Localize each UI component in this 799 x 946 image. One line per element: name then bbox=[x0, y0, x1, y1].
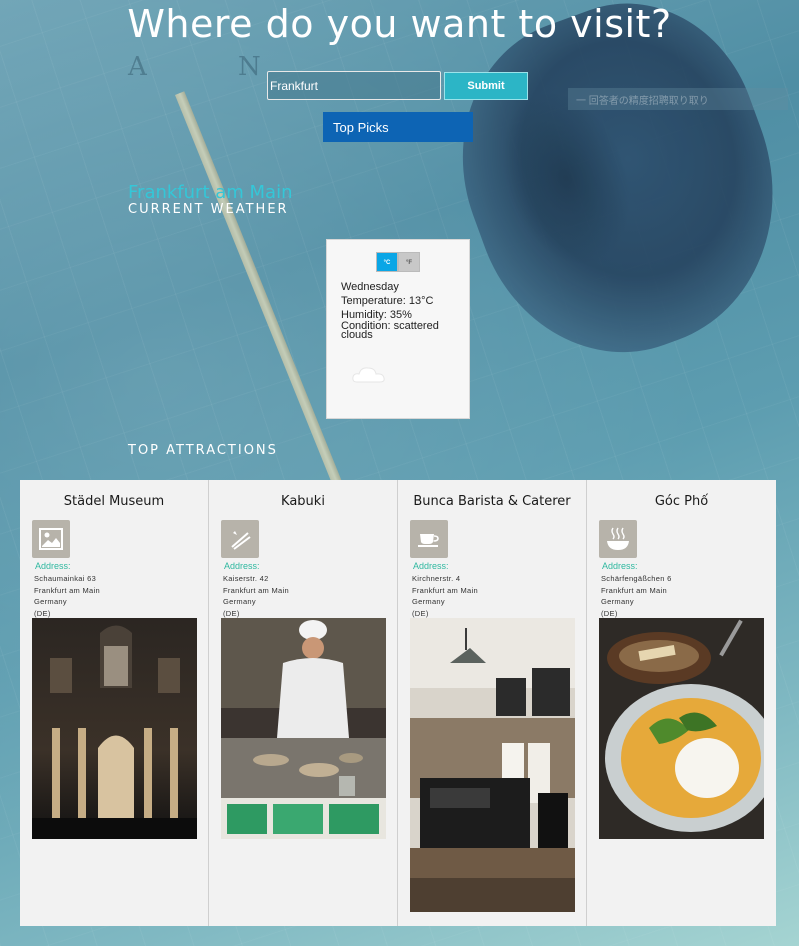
address-street: Kaiserstr. 42 bbox=[223, 574, 269, 583]
attraction-photo bbox=[221, 618, 386, 839]
attractions-list: Städel Museum Address: Schaumainkai 63 F… bbox=[20, 480, 776, 926]
address-label: Address: bbox=[35, 561, 71, 571]
page-title: Where do you want to visit? bbox=[127, 2, 672, 46]
attraction-photo bbox=[410, 618, 575, 912]
address-block: Kirchnerstr. 4 Frankfurt am Main Germany… bbox=[412, 573, 478, 619]
attraction-name[interactable]: Góc Phố bbox=[587, 494, 776, 509]
address-country: Germany bbox=[34, 597, 67, 606]
address-label: Address: bbox=[602, 561, 638, 571]
city-name: Frankfurt am Main bbox=[128, 182, 293, 203]
fahrenheit-button[interactable]: °F bbox=[398, 252, 420, 272]
address-city: Frankfurt am Main bbox=[601, 585, 667, 595]
address-country: Germany bbox=[223, 597, 256, 606]
weather-details: Wednesday Temperature: 13°C Humidity: 35… bbox=[341, 280, 461, 341]
address-country: Germany bbox=[601, 597, 634, 606]
weather-condition: Condition: scattered clouds bbox=[341, 320, 439, 341]
unit-toggle: °C °F bbox=[376, 252, 420, 272]
top-attractions-heading: TOP ATTRACTIONS bbox=[128, 443, 278, 458]
hot-bowl-icon bbox=[599, 520, 637, 558]
address-street: Schärfengäßchen 6 bbox=[601, 574, 672, 583]
cloud-icon bbox=[352, 367, 385, 383]
address-country: Germany bbox=[412, 597, 445, 606]
celsius-button[interactable]: °C bbox=[376, 252, 398, 272]
map-letter: A bbox=[128, 52, 147, 82]
submit-button[interactable]: Submit bbox=[444, 72, 528, 100]
attraction-photo bbox=[599, 618, 764, 839]
weather-temperature: Temperature: 13°C bbox=[341, 295, 434, 307]
attraction-card[interactable]: Góc Phố Address: Schärfengäßchen 6 Frank… bbox=[587, 480, 776, 926]
address-block: Schärfengäßchen 6 Frankfurt am Main Germ… bbox=[601, 573, 672, 619]
map-letter: N bbox=[238, 52, 261, 82]
address-label: Address: bbox=[413, 561, 449, 571]
attraction-name[interactable]: Bunca Barista & Caterer bbox=[398, 494, 586, 509]
destination-search-input[interactable] bbox=[267, 71, 441, 100]
attraction-name[interactable]: Städel Museum bbox=[20, 494, 208, 509]
attraction-card[interactable]: Bunca Barista & Caterer Address: Kirchne… bbox=[398, 480, 587, 926]
attraction-card[interactable]: Kabuki Address: Kaiserstr. 42 Frankfurt … bbox=[209, 480, 398, 926]
background-overlay-text: 一 回答者の精度招聘取り取り bbox=[568, 88, 788, 110]
address-street: Schaumainkai 63 bbox=[34, 574, 97, 583]
current-weather-heading: CURRENT WEATHER bbox=[128, 202, 289, 217]
attraction-name[interactable]: Kabuki bbox=[209, 494, 397, 509]
top-picks-button[interactable]: Top Picks bbox=[323, 112, 473, 142]
attraction-photo bbox=[32, 618, 197, 839]
chopsticks-icon bbox=[221, 520, 259, 558]
address-block: Schaumainkai 63 Frankfurt am Main German… bbox=[34, 573, 100, 619]
attraction-card[interactable]: Städel Museum Address: Schaumainkai 63 F… bbox=[20, 480, 209, 926]
weather-card: °C °F Wednesday Temperature: 13°C Humidi… bbox=[326, 239, 470, 419]
address-city: Frankfurt am Main bbox=[34, 585, 100, 595]
address-block: Kaiserstr. 42 Frankfurt am Main Germany … bbox=[223, 573, 289, 619]
address-city: Frankfurt am Main bbox=[412, 585, 478, 595]
weather-day: Wednesday bbox=[341, 281, 399, 293]
address-label: Address: bbox=[224, 561, 260, 571]
address-street: Kirchnerstr. 4 bbox=[412, 574, 461, 583]
coffee-cup-icon bbox=[410, 520, 448, 558]
address-city: Frankfurt am Main bbox=[223, 585, 289, 595]
image-icon bbox=[32, 520, 70, 558]
